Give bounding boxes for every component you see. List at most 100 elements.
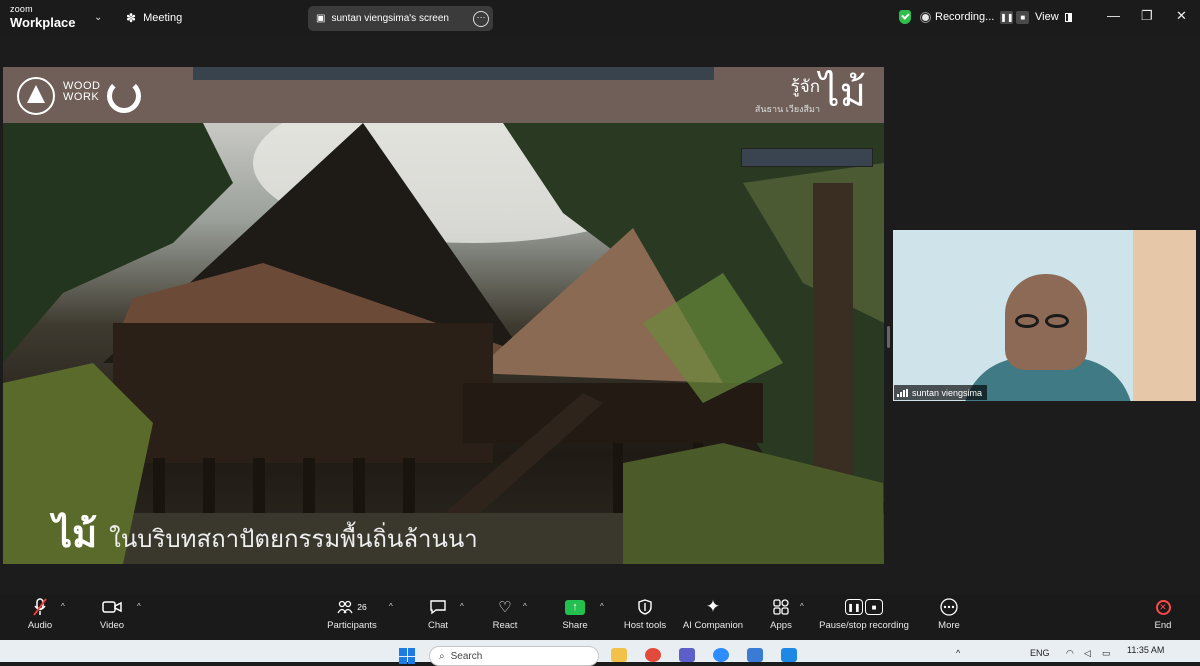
caption-big: ไม้ <box>53 512 98 556</box>
participant-name-bar: suntan viengsima <box>894 385 988 400</box>
apps-button[interactable]: Apps <box>768 594 794 640</box>
clock-time[interactable]: 11:35 AM <box>1127 645 1164 655</box>
host-tools-label: Host tools <box>623 620 667 631</box>
participants-label: Participants <box>327 620 377 631</box>
chevron-down-icon[interactable]: ⌄ <box>94 12 102 23</box>
react-options-chevron-icon[interactable]: ^ <box>523 602 527 611</box>
view-label: View <box>1035 11 1059 23</box>
chat-button[interactable]: Chat <box>424 594 452 640</box>
language-indicator[interactable]: ENG <box>1030 648 1050 658</box>
slide-header: WOOD WORK รู้จัก สันธาน เวียงสีมา ไม้ <box>3 67 884 123</box>
slide-photo: ไม้ ในบริบทสถาปัตยกรรมพื้นถิ่นล้านนา <box>3 123 884 564</box>
participants-options-chevron-icon[interactable]: ^ <box>389 602 393 611</box>
restore-icon[interactable]: ❐ <box>1141 8 1153 24</box>
teams-icon[interactable] <box>679 648 695 662</box>
pause-icon[interactable]: ❚❚ <box>1000 10 1014 24</box>
zoom-icon[interactable] <box>713 648 729 662</box>
lanna-house-illustration <box>3 123 884 564</box>
university-seal-icon <box>17 77 55 115</box>
top-bar: zoom Workplace ⌄ ✽ Meeting ▣ suntan vien… <box>0 0 1200 36</box>
audio-button[interactable]: Audio <box>24 594 56 640</box>
volume-icon[interactable]: ◁ <box>1084 648 1091 659</box>
apps-grid-icon <box>773 594 789 620</box>
chrome-icon[interactable] <box>645 648 661 662</box>
search-icon: ⌕ <box>439 650 445 662</box>
share-label: Share <box>562 620 588 631</box>
woodwork-logo: WOOD WORK <box>63 81 100 103</box>
stop-icon[interactable]: ■ <box>1016 10 1030 24</box>
minimize-icon[interactable]: — <box>1107 8 1120 23</box>
more-icon <box>940 594 958 620</box>
app-icon[interactable] <box>747 648 763 662</box>
muted-microphone-icon <box>33 594 47 620</box>
signal-strength-icon <box>897 388 908 397</box>
pause-stop-label: Pause/stop recording <box>819 620 909 631</box>
shield-icon <box>638 594 652 620</box>
taskbar-search-input[interactable]: ⌕ Search <box>429 646 599 666</box>
apps-options-chevron-icon[interactable]: ^ <box>800 602 804 611</box>
shield-icon[interactable] <box>899 10 911 24</box>
pause-stop-icon: ❚❚ ■ <box>845 599 883 615</box>
woodwork-six-icon <box>107 79 141 113</box>
pause-stop-recording-button[interactable]: ❚❚ ■ Pause/stop recording <box>818 594 910 640</box>
participant-name: suntan viengsima <box>912 387 983 398</box>
participants-icon: 26 <box>337 594 367 620</box>
ai-companion-label: AI Companion <box>682 620 744 631</box>
participants-button[interactable]: 26 Participants <box>322 594 382 640</box>
close-icon[interactable]: ✕ <box>1176 8 1187 24</box>
chat-bubble-icon <box>429 594 447 620</box>
wifi-icon[interactable]: ◠ <box>1066 648 1074 659</box>
chat-options-chevron-icon[interactable]: ^ <box>460 602 464 611</box>
zoom-brand: zoom Workplace <box>10 5 76 30</box>
view-layout-icon <box>1064 12 1072 22</box>
video-camera-icon <box>102 594 122 620</box>
view-button[interactable]: View <box>1035 11 1072 23</box>
ai-companion-button[interactable]: ✦ AI Companion <box>682 594 744 640</box>
video-options-chevron-icon[interactable]: ^ <box>137 602 141 611</box>
audio-label: Audio <box>27 620 53 631</box>
recording-indicator: Recording... ❚❚ ■ <box>899 10 1030 24</box>
participants-count: 26 <box>357 602 367 612</box>
end-meeting-button[interactable]: ✕ End <box>1150 594 1176 640</box>
shared-screen: WOOD WORK รู้จัก สันธาน เวียงสีมา ไม้ ไม… <box>3 67 884 564</box>
woodwork-logo-line2: WORK <box>63 91 100 103</box>
screen-share-pill[interactable]: ▣ suntan viengsima's screen ··· <box>308 6 493 31</box>
chat-label: Chat <box>427 620 449 631</box>
redacted-box <box>741 148 873 167</box>
video-button[interactable]: Video <box>96 594 128 640</box>
brand-bottom-text: Workplace <box>10 15 76 30</box>
battery-icon[interactable]: ▭ <box>1102 648 1111 659</box>
screen-share-icon: ▣ <box>316 13 326 24</box>
tag-main: รู้จัก <box>790 77 820 96</box>
redacted-bar <box>193 67 714 80</box>
share-button[interactable]: ↑ Share <box>560 594 590 640</box>
heart-icon: ♡ <box>498 599 512 616</box>
more-label: More <box>938 620 960 631</box>
slide-caption: ไม้ ในบริบทสถาปัตยกรรมพื้นถิ่นล้านนา <box>53 514 478 554</box>
host-tools-button[interactable]: Host tools <box>622 594 668 640</box>
video-label: Video <box>99 620 125 631</box>
more-button[interactable]: More <box>936 594 962 640</box>
share-pill-label: suntan viengsima's screen <box>331 13 449 24</box>
caption-rest: ในบริบทสถาปัตยกรรมพื้นถิ่นล้านนา <box>109 525 478 553</box>
tag-big: ไม้ <box>819 70 866 116</box>
tray-chevron-icon[interactable]: ^ <box>956 648 960 658</box>
share-options-chevron-icon[interactable]: ^ <box>600 602 604 611</box>
more-options-icon[interactable]: ··· <box>473 10 489 27</box>
docs-icon[interactable] <box>781 648 797 662</box>
react-button[interactable]: ♡ React <box>490 594 520 640</box>
share-screen-icon: ↑ <box>565 599 585 615</box>
tag-sub: สันธาน เวียงสีมา <box>754 104 820 114</box>
end-x-icon: ✕ <box>1155 599 1171 615</box>
background-window <box>1133 230 1196 401</box>
meeting-info-button[interactable]: ✽ Meeting <box>126 11 182 25</box>
resize-handle[interactable] <box>887 326 890 348</box>
end-label: End <box>1154 620 1172 631</box>
react-label: React <box>492 620 518 631</box>
audio-options-chevron-icon[interactable]: ^ <box>61 602 65 611</box>
recording-label: Recording... <box>935 11 995 23</box>
file-explorer-icon[interactable] <box>611 648 627 662</box>
participant-video-tile[interactable]: suntan viengsima <box>893 230 1196 401</box>
meeting-controls: Audio ^ Video ^ 26 Participants ^ Chat ^… <box>0 594 1200 640</box>
apps-label: Apps <box>770 620 792 631</box>
